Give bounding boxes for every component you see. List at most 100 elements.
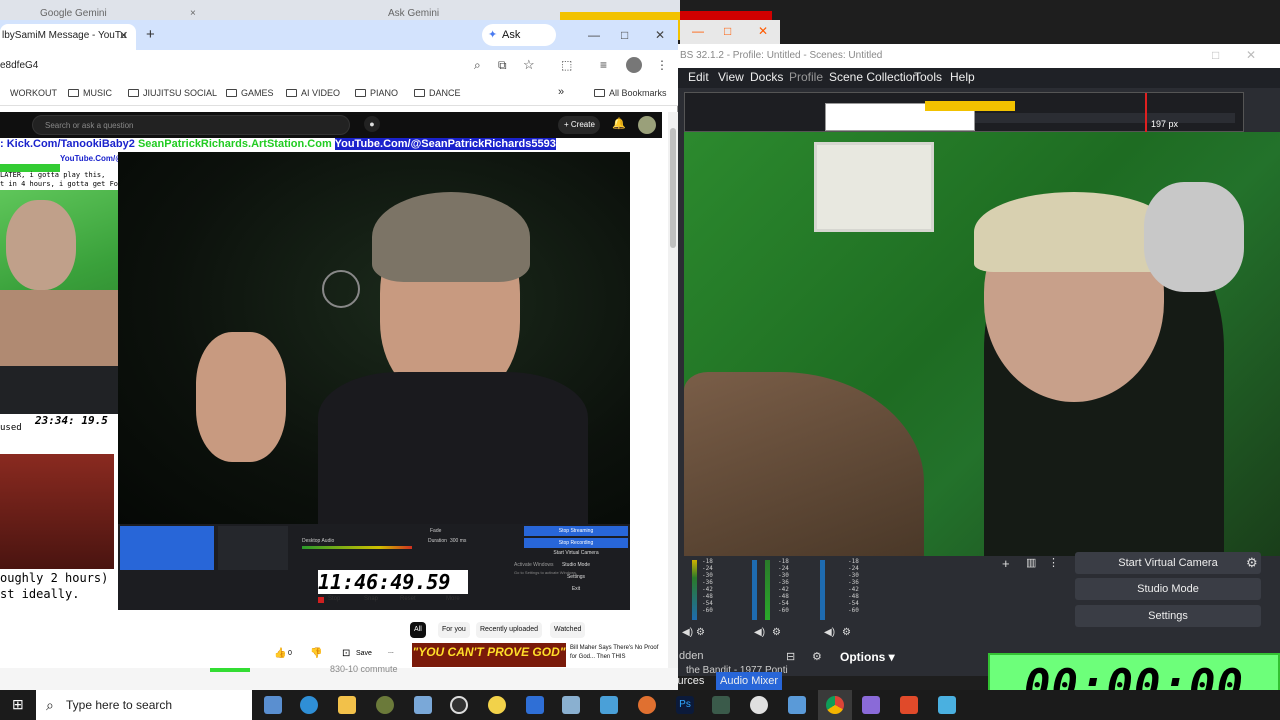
obs-menu-view[interactable]: View xyxy=(718,70,744,84)
obs-menu-profile[interactable]: Profile xyxy=(789,70,823,84)
gear-icon-audio-2[interactable]: ⚙ xyxy=(772,627,781,638)
browser-tab-active[interactable]: lbySamiM Message - YouTu xyxy=(0,24,136,50)
bookmark-jiujitsu-social[interactable]: JIUJITSU SOCIAL xyxy=(128,88,217,98)
bookmark-games[interactable]: GAMES xyxy=(226,88,274,98)
mini-scene-selected xyxy=(120,526,214,570)
app-icon-10[interactable] xyxy=(938,696,956,714)
studio-mode-button[interactable]: Studio Mode xyxy=(1075,578,1261,600)
scrollbar-thumb[interactable] xyxy=(670,128,676,248)
obs-menu-scene-collection[interactable]: Scene Collection xyxy=(829,70,919,84)
ghost-min-icon[interactable]: — xyxy=(692,24,704,38)
save-label[interactable]: Save xyxy=(356,650,372,657)
nested-red-marker xyxy=(1145,93,1147,133)
tab-audio-mixer[interactable]: Audio Mixer xyxy=(716,672,783,690)
browser-minimize-button[interactable]: — xyxy=(588,28,600,42)
app-icon-6[interactable] xyxy=(712,696,730,714)
app-icon-7[interactable] xyxy=(750,696,768,714)
chip-recently-uploaded[interactable]: Recently uploaded xyxy=(476,622,542,638)
taskbar-search-input[interactable]: ⌕ Type here to search xyxy=(36,690,252,720)
related-video-title[interactable]: Bill Maher Says There's No Proof for God… xyxy=(570,644,666,662)
bookmark-dance[interactable]: DANCE xyxy=(414,88,461,98)
browser-maximize-button[interactable]: □ xyxy=(621,28,628,42)
bookmark-piano[interactable]: PIANO xyxy=(355,88,398,98)
all-bookmarks[interactable]: All Bookmarks xyxy=(594,88,667,98)
notification-bell-icon[interactable]: 🔔 xyxy=(612,117,626,130)
bookmarks-overflow-icon[interactable]: » xyxy=(558,86,564,98)
windows-start-icon[interactable]: ⊞ xyxy=(12,696,24,713)
app-icon-5[interactable] xyxy=(600,696,618,714)
dock-icon[interactable]: ⊟ xyxy=(786,650,795,663)
gear-icon-audio-3[interactable]: ⚙ xyxy=(842,627,851,638)
tab-close-icon[interactable]: ✕ xyxy=(119,29,128,42)
bookmark-star-icon[interactable]: ☆ xyxy=(523,57,535,73)
like-icon[interactable]: 👍 xyxy=(274,648,286,659)
mute-icon-3[interactable]: ◀) xyxy=(824,627,835,638)
address-bar[interactable]: e8dfeG4 xyxy=(0,60,38,71)
more-actions[interactable]: ... xyxy=(388,648,394,655)
bookmark-workout[interactable]: WORKOUT xyxy=(10,88,57,98)
app-icon-2[interactable] xyxy=(414,696,432,714)
zoom-icon[interactable]: ⌕ xyxy=(474,58,481,73)
task-view-icon[interactable] xyxy=(264,696,282,714)
virtual-camera-gear-icon[interactable]: ⚙ xyxy=(1246,555,1258,571)
ghost-max-icon[interactable]: □ xyxy=(724,24,731,38)
ask-gemini-button[interactable]: ✦ Ask Gemini xyxy=(482,24,556,63)
browser-scrollbar[interactable] xyxy=(668,112,678,668)
chip-all[interactable]: All xyxy=(410,622,426,638)
app-icon-1[interactable] xyxy=(376,696,394,714)
bookmark-ai-video[interactable]: AI VIDEO xyxy=(286,88,340,98)
add-icon[interactable]: + xyxy=(1002,556,1010,571)
mute-icon-1[interactable]: ◀) xyxy=(682,627,693,638)
youtube-avatar[interactable] xyxy=(638,116,656,134)
cast-icon[interactable]: ⧉ xyxy=(498,58,507,73)
start-virtual-camera-button[interactable]: Start Virtual Camera xyxy=(1075,552,1261,574)
save-icon[interactable]: ⊡ xyxy=(342,648,350,659)
mute-icon-2[interactable]: ◀) xyxy=(754,627,765,638)
artstation-link: SeanPatrickRichards.ArtStation.Com xyxy=(137,138,332,150)
obs-menu-help[interactable]: Help xyxy=(950,70,975,84)
browser-close-button[interactable]: ✕ xyxy=(655,28,665,42)
main-hair xyxy=(372,192,530,282)
chrome-active-tile[interactable] xyxy=(818,690,852,720)
app-icon-8[interactable] xyxy=(788,696,806,714)
bookmarks-bar: WORKOUT MUSIC JIUJITSU SOCIAL GAMES AI V… xyxy=(0,84,678,106)
obs-menu-docks[interactable]: Docks xyxy=(750,70,783,84)
browser-menu-icon[interactable]: ⋮ xyxy=(656,58,668,72)
edge-icon[interactable] xyxy=(300,696,318,714)
docs-icon[interactable] xyxy=(526,696,544,714)
obs-taskbar-icon[interactable] xyxy=(450,696,468,714)
obs-close-icon[interactable]: ✕ xyxy=(1246,48,1256,62)
chip-for-you[interactable]: For you xyxy=(438,622,470,638)
obs-max-icon[interactable]: □ xyxy=(1212,48,1219,62)
app-icon-9[interactable] xyxy=(862,696,880,714)
gear-icon-audio-1[interactable]: ⚙ xyxy=(696,627,705,638)
create-button[interactable]: + Create xyxy=(558,116,600,134)
extensions-icon[interactable]: ⬚ xyxy=(561,58,572,72)
settings-button[interactable]: Settings xyxy=(1075,605,1261,627)
brave-icon[interactable] xyxy=(900,696,918,714)
dock-gear-icon[interactable]: ⚙ xyxy=(812,650,822,663)
photoshop-icon[interactable]: Ps xyxy=(676,696,694,714)
dislike-icon[interactable]: 👎 xyxy=(310,648,322,659)
obs-preview-nested[interactable]: 197 px xyxy=(684,92,1244,133)
obs-menu-edit[interactable]: Edit xyxy=(688,70,709,84)
youtube-search-input[interactable]: Search or ask a question xyxy=(32,115,350,135)
mic-icon[interactable]: ● xyxy=(364,116,380,132)
trash-icon[interactable]: ▥ xyxy=(1026,556,1036,569)
firefox-icon[interactable] xyxy=(638,696,656,714)
related-video-thumbnail[interactable]: "YOU CAN'T PROVE GOD" xyxy=(412,643,566,667)
file-explorer-icon[interactable] xyxy=(338,696,356,714)
obs-menu-tools[interactable]: Tools xyxy=(914,70,942,84)
obs-webcam-preview[interactable] xyxy=(684,132,1280,556)
reading-list-icon[interactable]: ≡ xyxy=(600,58,607,72)
profile-avatar[interactable] xyxy=(626,57,642,73)
app-icon-3[interactable] xyxy=(488,696,506,714)
folder-icon xyxy=(414,89,425,97)
bookmark-music[interactable]: MUSIC xyxy=(68,88,112,98)
more-vertical-icon[interactable]: ⋮ xyxy=(1048,556,1059,569)
chip-watched[interactable]: Watched xyxy=(550,622,586,638)
options-dropdown[interactable]: Options ▾ xyxy=(840,650,895,664)
app-icon-4[interactable] xyxy=(562,696,580,714)
ghost-close-icon[interactable]: ✕ xyxy=(758,24,768,38)
new-tab-button[interactable]: + xyxy=(146,26,155,43)
